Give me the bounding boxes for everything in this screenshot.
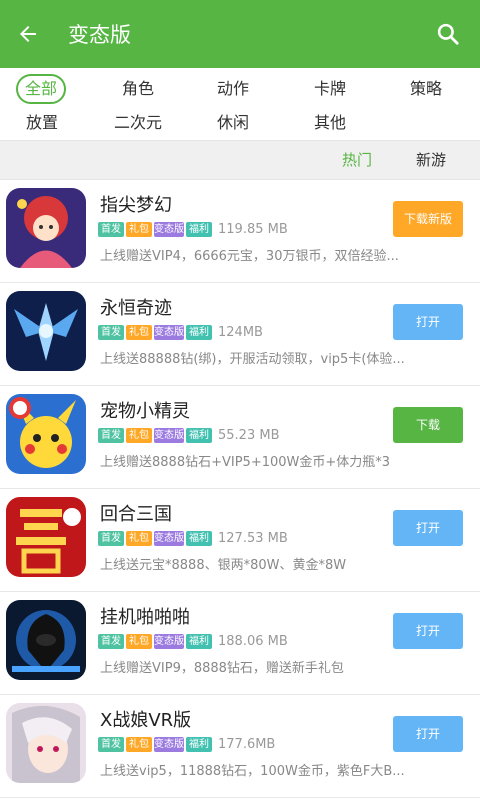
- open-button[interactable]: 打开: [393, 613, 463, 649]
- page-title: 变态版: [68, 23, 131, 47]
- game-tags: 首发 礼包 变态版 福利 55.23 MB: [98, 427, 279, 444]
- game-size: 177.6MB: [218, 737, 276, 752]
- game-row[interactable]: 回合三国 首发 礼包 变态版 福利 127.53 MB 上线送元宝*8888、银…: [0, 489, 480, 592]
- game-name: 指尖梦幻: [100, 195, 172, 216]
- game-row[interactable]: X战娘VR版 首发 礼包 变态版 福利 177.6MB 上线送vip5，1188…: [0, 695, 480, 798]
- category-casual[interactable]: 休闲: [205, 108, 261, 138]
- tag-first-release: 首发: [98, 531, 124, 546]
- game-description: 上线送88888钻(绑)，开服活动领取，vip5卡(体验...: [100, 352, 405, 367]
- tag-first-release: 首发: [98, 737, 124, 752]
- game-icon-huihe-sanguo: [6, 497, 86, 577]
- tag-first-release: 首发: [98, 222, 124, 237]
- category-idle[interactable]: 放置: [14, 108, 70, 138]
- category-anime[interactable]: 二次元: [105, 108, 171, 138]
- game-name: 宠物小精灵: [100, 401, 190, 422]
- game-description: 上线赠送VIP9，8888钻石，赠送新手礼包: [100, 661, 344, 676]
- search-button[interactable]: [416, 0, 480, 68]
- open-button[interactable]: 打开: [393, 304, 463, 340]
- game-icon-zhijian-menghuan: [6, 188, 86, 268]
- category-filter: 全部 角色 动作 卡牌 策略 放置 二次元 休闲 其他: [0, 68, 480, 140]
- game-row[interactable]: 宠物小精灵 首发 礼包 变态版 福利 55.23 MB 上线赠送8888钻石+V…: [0, 386, 480, 489]
- download-new-button[interactable]: 下载新版: [393, 201, 463, 237]
- game-icon-yongheng-qiji: [6, 291, 86, 371]
- game-description: 上线送元宝*8888、银两*80W、黄金*8W: [100, 558, 347, 573]
- sort-bar: 热门 新游: [0, 140, 480, 180]
- tag-gift: 礼包: [126, 222, 152, 237]
- tag-gift: 礼包: [126, 634, 152, 649]
- game-name: 永恒奇迹: [100, 298, 172, 319]
- sort-new-tab[interactable]: 新游: [416, 141, 446, 179]
- tag-gift: 礼包: [126, 737, 152, 752]
- tag-welfare: 福利: [186, 634, 212, 649]
- category-action[interactable]: 动作: [205, 74, 261, 104]
- game-row[interactable]: 指尖梦幻 首发 礼包 变态版 福利 119.85 MB 上线赠送VIP4，666…: [0, 180, 480, 283]
- game-tags: 首发 礼包 变态版 福利 127.53 MB: [98, 530, 288, 547]
- tag-first-release: 首发: [98, 325, 124, 340]
- game-row[interactable]: 挂机啪啪啪 首发 礼包 变态版 福利 188.06 MB 上线赠送VIP9，88…: [0, 592, 480, 695]
- tag-welfare: 福利: [186, 737, 212, 752]
- open-button[interactable]: 打开: [393, 716, 463, 752]
- tag-bt-version: 变态版: [154, 737, 184, 752]
- game-size: 119.85 MB: [218, 222, 288, 237]
- back-button[interactable]: [0, 0, 56, 68]
- game-size: 55.23 MB: [218, 428, 280, 443]
- tag-bt-version: 变态版: [154, 531, 184, 546]
- tag-bt-version: 变态版: [154, 325, 184, 340]
- tag-bt-version: 变态版: [154, 428, 184, 443]
- tag-first-release: 首发: [98, 428, 124, 443]
- category-other[interactable]: 其他: [302, 108, 358, 138]
- category-all[interactable]: 全部: [16, 74, 66, 104]
- tag-welfare: 福利: [186, 428, 212, 443]
- search-icon: [437, 23, 459, 45]
- download-button[interactable]: 下载: [393, 407, 463, 443]
- game-list: 指尖梦幻 首发 礼包 变态版 福利 119.85 MB 上线赠送VIP4，666…: [0, 180, 480, 800]
- category-strategy[interactable]: 策略: [398, 74, 454, 104]
- game-name: X战娘VR版: [100, 710, 192, 731]
- game-tags: 首发 礼包 变态版 福利 119.85 MB: [98, 221, 288, 238]
- tag-welfare: 福利: [186, 222, 212, 237]
- game-description: 上线赠送8888钻石+VIP5+100W金币+体力瓶*3: [100, 455, 391, 470]
- game-icon-guaji-papapa: [6, 600, 86, 680]
- game-description: 上线送vip5，11888钻石，100W金币，紫色F大B...: [100, 764, 405, 779]
- tag-welfare: 福利: [186, 531, 212, 546]
- sort-hot-tab[interactable]: 热门: [342, 141, 372, 179]
- game-tags: 首发 礼包 变态版 福利 177.6MB: [98, 736, 275, 753]
- tag-gift: 礼包: [126, 325, 152, 340]
- app-bar: 变态版: [0, 0, 480, 68]
- category-card[interactable]: 卡牌: [302, 74, 358, 104]
- game-size: 124MB: [218, 325, 263, 340]
- game-size: 188.06 MB: [218, 634, 288, 649]
- back-arrow-icon: [20, 26, 36, 42]
- tag-first-release: 首发: [98, 634, 124, 649]
- tag-welfare: 福利: [186, 325, 212, 340]
- tag-bt-version: 变态版: [154, 634, 184, 649]
- game-tags: 首发 礼包 变态版 福利 124MB: [98, 324, 263, 341]
- game-tags: 首发 礼包 变态版 福利 188.06 MB: [98, 633, 288, 650]
- tag-gift: 礼包: [126, 531, 152, 546]
- game-name: 回合三国: [100, 504, 172, 525]
- game-description: 上线赠送VIP4，6666元宝，30万银币，双倍经验...: [100, 249, 399, 264]
- tag-bt-version: 变态版: [154, 222, 184, 237]
- game-icon-x-zhanniang-vr: [6, 703, 86, 783]
- category-role[interactable]: 角色: [110, 74, 166, 104]
- game-icon-chongwu-xiaojingling: [6, 394, 86, 474]
- game-row[interactable]: 永恒奇迹 首发 礼包 变态版 福利 124MB 上线送88888钻(绑)，开服活…: [0, 283, 480, 386]
- tag-gift: 礼包: [126, 428, 152, 443]
- game-name: 挂机啪啪啪: [100, 607, 190, 628]
- game-size: 127.53 MB: [218, 531, 288, 546]
- open-button[interactable]: 打开: [393, 510, 463, 546]
